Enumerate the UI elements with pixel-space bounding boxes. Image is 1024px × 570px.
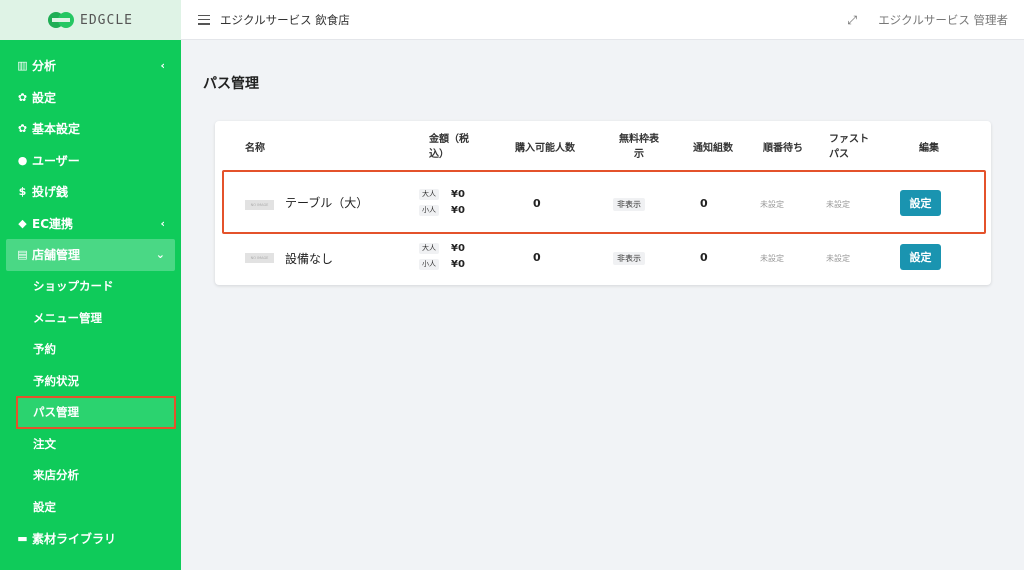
header-edit: 編集	[919, 143, 939, 154]
queue-value: 未設定	[760, 254, 784, 263]
gear-icon: ✿	[17, 122, 28, 136]
user-menu[interactable]: エジクルサービス 管理者	[878, 12, 1008, 28]
sidebar-subitem-shopcard[interactable]: ショップカード	[0, 271, 181, 303]
child-price: 小人 ¥0	[419, 205, 465, 216]
gear-icon: ✿	[17, 90, 28, 104]
capacity-value: 0	[533, 251, 541, 264]
header-queue: 順番待ち	[763, 143, 803, 154]
fastpass-value: 未設定	[826, 254, 850, 263]
sidebar-subitem-visit-analytics[interactable]: 来店分析	[0, 460, 181, 492]
sidebar-item-settings[interactable]: ✿ 設定	[0, 82, 181, 114]
chevron-left-icon: ‹	[160, 216, 165, 230]
bag-icon: ◆	[18, 216, 27, 230]
pass-name: 設備なし	[285, 252, 334, 266]
capacity-value: 0	[533, 197, 541, 210]
dollar-icon: $	[18, 185, 27, 199]
sidebar-item-library[interactable]: ▬ 素材ライブラリ	[0, 523, 181, 555]
sidebar-item-label: 素材ライブラリ	[32, 531, 117, 546]
thumbnail: NO IMAGE	[245, 253, 274, 263]
table-row: NO IMAGE テーブル（大） 大人 ¥0 小人 ¥0 0 非表示 0 未設定…	[215, 173, 991, 237]
queue-value: 未設定	[760, 200, 784, 209]
status-badge: 非表示	[613, 252, 645, 265]
sidebar-item-tips[interactable]: $ 投げ銭	[0, 176, 181, 208]
sidebar-item-label: 設定	[32, 90, 57, 105]
sidebar: EDGCLE ▥ 分析 ‹ ✿ 設定 ✿ 基本設定 ● ユーザー $ 投げ銭 ◆…	[0, 0, 181, 570]
settings-button[interactable]: 設定	[900, 244, 941, 270]
pass-name: テーブル（大）	[285, 196, 369, 210]
adult-badge: 大人	[419, 189, 439, 200]
child-badge: 小人	[419, 205, 439, 216]
settings-button[interactable]: 設定	[900, 190, 941, 216]
header-free-display: 無料枠表示	[619, 134, 659, 160]
sidebar-subitem-pass[interactable]: パス管理	[16, 395, 176, 429]
sidebar-item-label: 分析	[32, 59, 57, 74]
status-badge: 非表示	[613, 198, 645, 211]
page-title: パス管理	[203, 76, 259, 92]
child-price: 小人 ¥0	[419, 259, 465, 270]
folder-icon: ▬	[17, 531, 28, 545]
sidebar-item-label: ユーザー	[32, 153, 80, 168]
sidebar-item-users[interactable]: ● ユーザー	[0, 145, 181, 177]
sidebar-subitem-store-settings[interactable]: 設定	[0, 491, 181, 523]
sidebar-item-analytics[interactable]: ▥ 分析 ‹	[0, 50, 181, 82]
adult-price: 大人 ¥0	[419, 189, 465, 200]
header-name: 名称	[245, 143, 265, 154]
sidebar-item-label: 基本設定	[32, 122, 81, 137]
chevron-down-icon: ⌄	[155, 248, 165, 262]
sidebar-item-label: EC連携	[32, 216, 74, 231]
pass-table-card: 名称 金額（税 込） 購入可能人数 無料枠表示 通知組数 順番待ち ファスト パス …	[215, 121, 991, 285]
fastpass-value: 未設定	[826, 200, 850, 209]
logo-text: EDGCLE	[80, 12, 133, 28]
sidebar-subitem-reservation-status[interactable]: 予約状況	[0, 365, 181, 397]
logo-icon	[48, 12, 75, 28]
thumbnail: NO IMAGE	[245, 200, 274, 210]
sidebar-item-store[interactable]: ▤ 店舗管理 ⌄	[6, 239, 175, 271]
table-row: NO IMAGE 設備なし 大人 ¥0 小人 ¥0 0 非表示 0 未設定 未設…	[215, 237, 991, 277]
logo[interactable]: EDGCLE	[0, 0, 181, 40]
sidebar-item-label: 投げ銭	[32, 185, 69, 200]
sidebar-subitem-menu[interactable]: メニュー管理	[0, 302, 181, 334]
notify-value: 0	[700, 197, 708, 210]
sidebar-item-basic-settings[interactable]: ✿ 基本設定	[0, 113, 181, 145]
sidebar-nav: ▥ 分析 ‹ ✿ 設定 ✿ 基本設定 ● ユーザー $ 投げ銭 ◆ EC連携 ‹…	[0, 40, 181, 554]
store-icon: ▤	[17, 248, 28, 262]
adult-badge: 大人	[419, 243, 439, 254]
bar-chart-icon: ▥	[17, 59, 28, 73]
sidebar-subitem-orders[interactable]: 注文	[0, 428, 181, 460]
hamburger-menu-icon[interactable]	[198, 14, 210, 25]
adult-price: 大人 ¥0	[419, 243, 465, 254]
sidebar-subitem-reservation[interactable]: 予約	[0, 334, 181, 366]
chevron-left-icon: ‹	[160, 59, 165, 73]
top-bar: エジクルサービス 飲食店 ⤢ エジクルサービス 管理者	[181, 0, 1024, 40]
user-icon: ●	[17, 153, 28, 167]
header-price: 金額（税 込）	[429, 134, 469, 160]
header-fastpass: ファスト パス	[829, 134, 869, 160]
header-capacity: 購入可能人数	[515, 143, 575, 154]
notify-value: 0	[700, 251, 708, 264]
child-badge: 小人	[419, 259, 439, 270]
fullscreen-icon[interactable]: ⤢	[847, 13, 857, 28]
store-name: エジクルサービス 飲食店	[220, 12, 350, 27]
header-notify: 通知組数	[693, 143, 733, 154]
sidebar-item-label: 店舗管理	[32, 248, 81, 263]
sidebar-item-ec[interactable]: ◆ EC連携 ‹	[0, 208, 181, 240]
